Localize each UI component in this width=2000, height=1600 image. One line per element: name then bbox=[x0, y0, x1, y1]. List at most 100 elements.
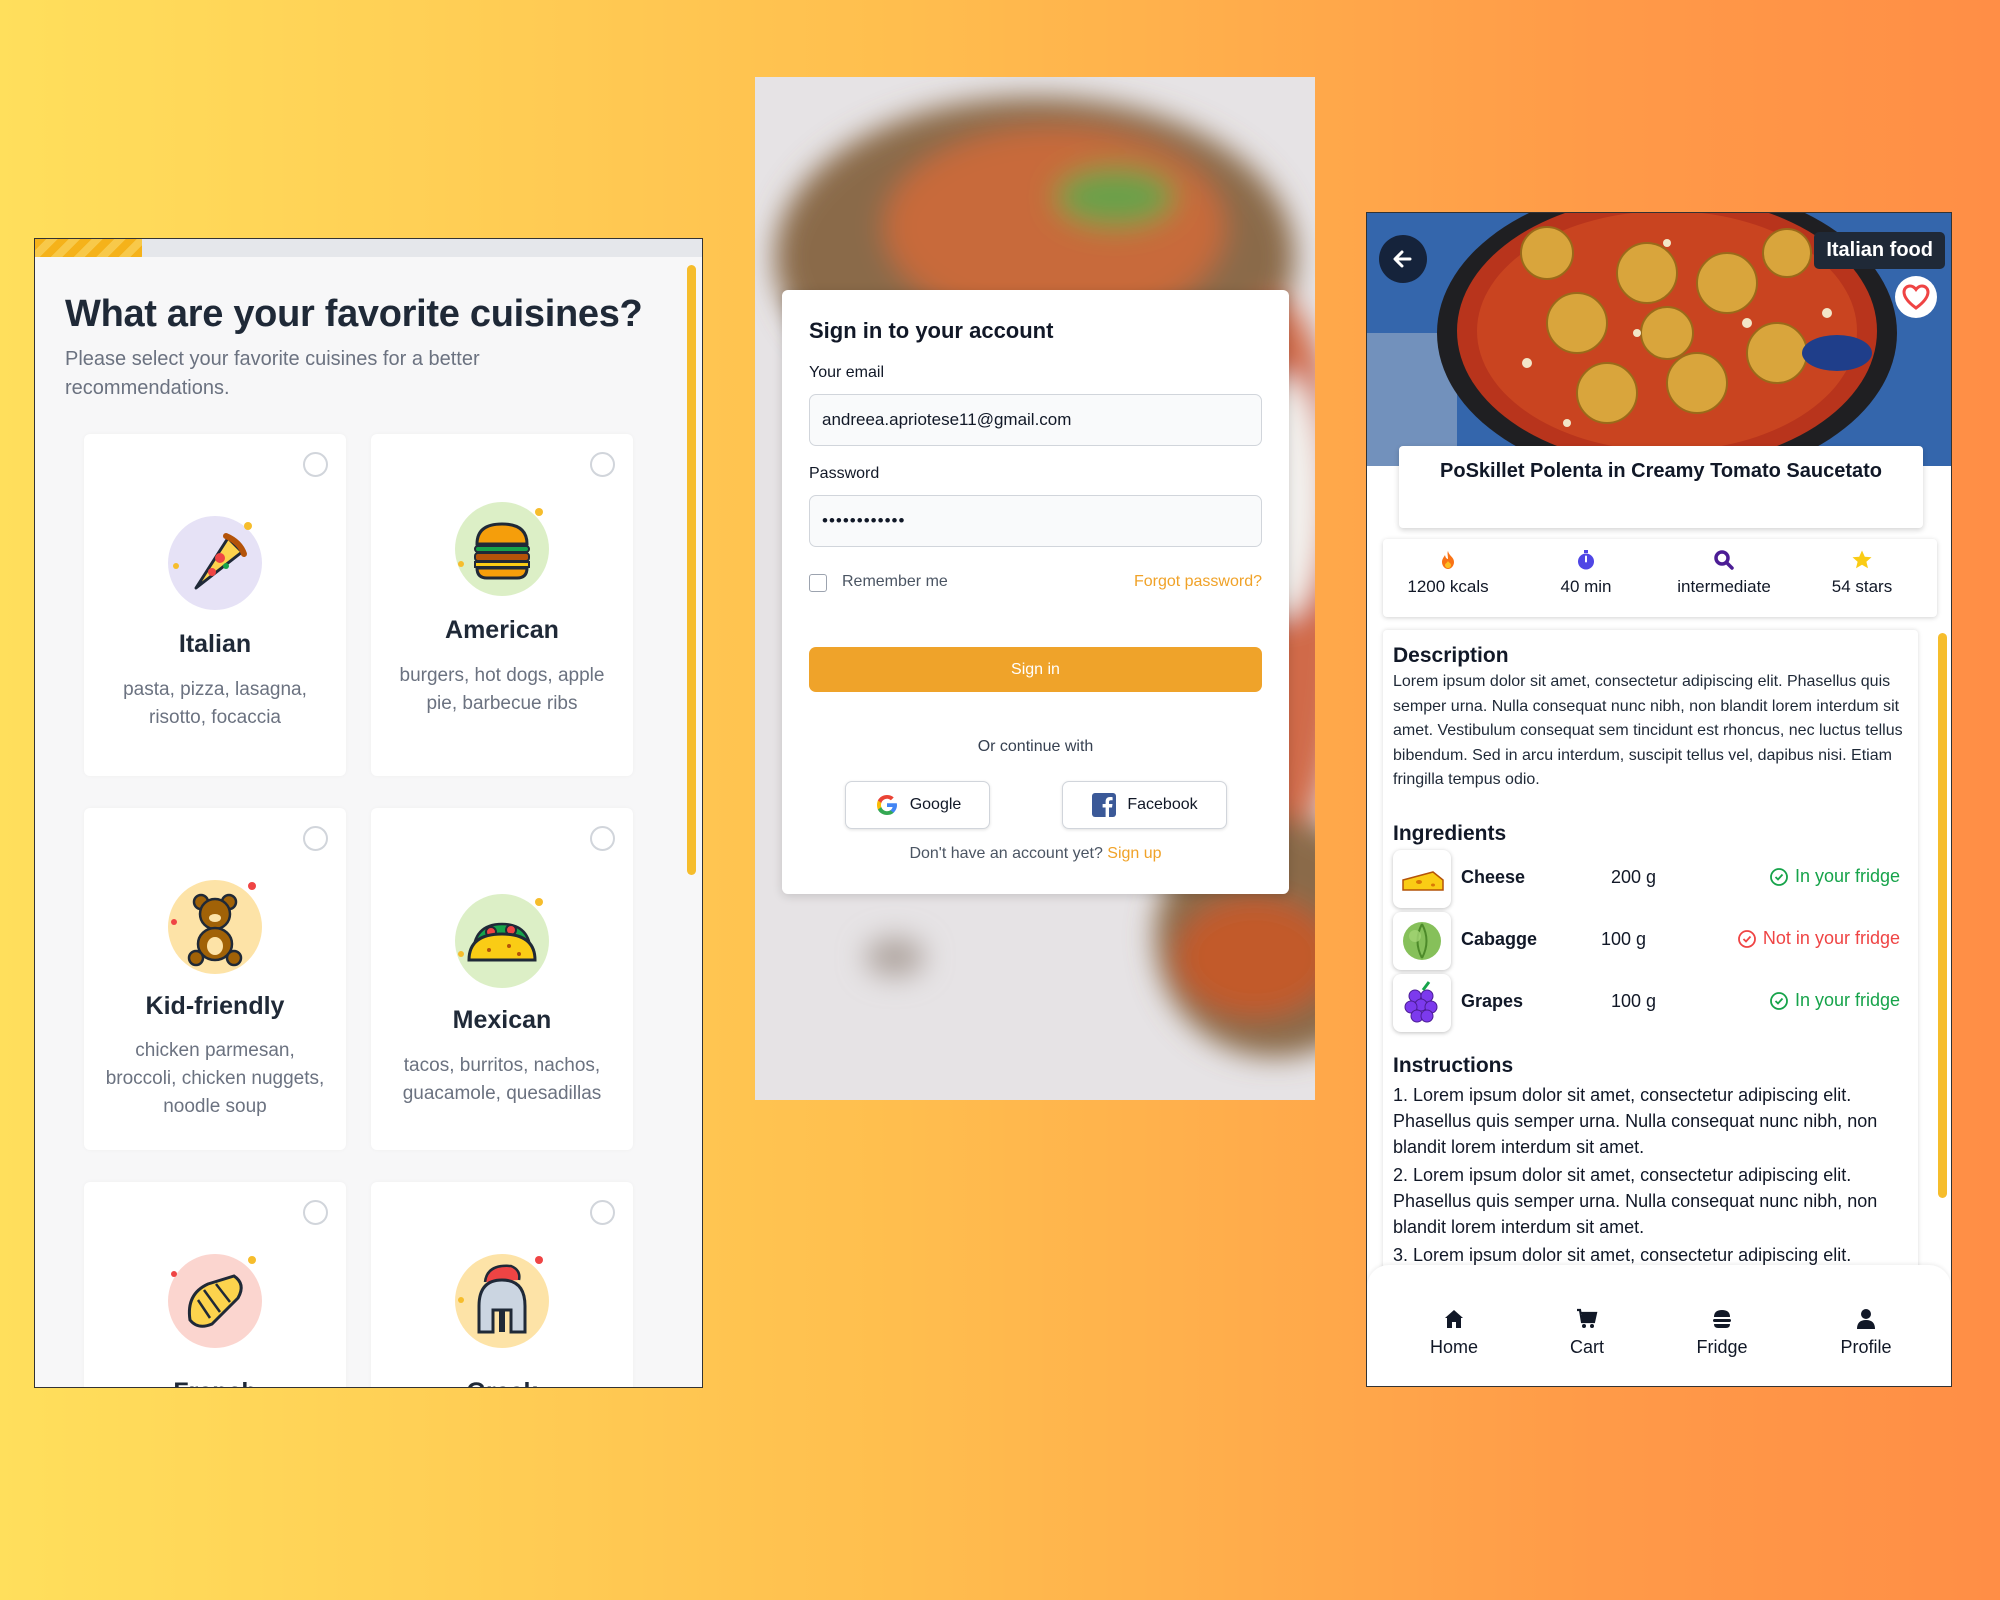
google-button[interactable]: Google bbox=[845, 781, 990, 829]
burger-icon bbox=[455, 502, 549, 596]
remember-me-checkbox[interactable] bbox=[809, 574, 827, 592]
password-label: Password bbox=[809, 465, 880, 482]
star-icon bbox=[1852, 550, 1872, 569]
signin-screen: Sign in to your account Your email andre… bbox=[755, 77, 1315, 1100]
pizza-icon bbox=[168, 516, 262, 610]
stat-time: 40 min bbox=[1521, 549, 1651, 597]
arrow-left-icon bbox=[1393, 250, 1412, 268]
description-heading: Description bbox=[1393, 644, 1509, 667]
nav-label: Home bbox=[1429, 1337, 1478, 1357]
cuisine-name: French bbox=[84, 1378, 346, 1387]
select-radio[interactable] bbox=[590, 452, 615, 477]
google-icon bbox=[876, 795, 897, 815]
cuisine-card-kid-friendly[interactable]: Kid-friendly chicken parmesan, broccoli,… bbox=[84, 808, 346, 1150]
stat-difficulty: intermediate bbox=[1659, 549, 1789, 597]
fridge-status: In your fridge bbox=[1769, 990, 1900, 1011]
forgot-password-link[interactable]: Forgot password? bbox=[1134, 573, 1262, 591]
cabbage-icon bbox=[1393, 912, 1451, 970]
cuisine-description: burgers, hot dogs, apple pie, barbecue r… bbox=[399, 665, 605, 714]
nav-label: Fridge bbox=[1696, 1337, 1748, 1357]
signup-link[interactable]: Sign up bbox=[1107, 845, 1161, 862]
cuisine-card-american[interactable]: American burgers, hot dogs, apple pie, b… bbox=[371, 434, 633, 776]
bottom-navigation: Home Cart Fridge Profile bbox=[1367, 1265, 1951, 1386]
cuisine-card-french[interactable]: French bbox=[84, 1182, 346, 1387]
select-radio[interactable] bbox=[303, 1200, 328, 1225]
nav-profile[interactable]: Profile bbox=[1821, 1307, 1911, 1358]
fridge-status: Not in your fridge bbox=[1737, 928, 1900, 949]
cuisine-name: American bbox=[445, 616, 559, 644]
facebook-icon bbox=[1092, 793, 1117, 817]
cuisine-tag: Italian food bbox=[1814, 232, 1945, 269]
recipe-title: PoSkillet Polenta in Creamy Tomato Sauce… bbox=[1399, 446, 1923, 528]
cuisine-name: Mexican bbox=[452, 1006, 552, 1034]
progress-bar-fill bbox=[35, 239, 142, 257]
cuisine-card-mexican[interactable]: Mexican tacos, burritos, nachos, guacamo… bbox=[371, 808, 633, 1150]
taco-icon bbox=[455, 894, 549, 988]
stat-label: intermediate bbox=[1677, 577, 1771, 596]
signin-card: Sign in to your account Your email andre… bbox=[782, 290, 1289, 894]
select-radio[interactable] bbox=[590, 1200, 615, 1225]
nav-label: Cart bbox=[1569, 1337, 1604, 1357]
cuisine-name: Kid-friendly bbox=[145, 992, 285, 1020]
nav-cart[interactable]: Cart bbox=[1542, 1307, 1632, 1358]
fridge-icon bbox=[1713, 1310, 1731, 1328]
scrollbar[interactable] bbox=[1938, 633, 1947, 1198]
fridge-status-label: Not in your fridge bbox=[1762, 928, 1900, 948]
magnifier-icon bbox=[1714, 550, 1734, 570]
fridge-status-label: In your fridge bbox=[1794, 866, 1900, 886]
cuisine-name: Italian bbox=[178, 630, 252, 658]
select-radio[interactable] bbox=[590, 826, 615, 851]
select-radio[interactable] bbox=[303, 826, 328, 851]
cuisine-description: pasta, pizza, lasagna, risotto, focaccia bbox=[123, 679, 307, 728]
favorite-button[interactable] bbox=[1895, 276, 1937, 318]
remember-me-label: Remember me bbox=[842, 573, 948, 590]
back-button[interactable] bbox=[1379, 235, 1427, 283]
scrollbar-thumb[interactable] bbox=[687, 265, 696, 875]
nav-fridge[interactable]: Fridge bbox=[1677, 1307, 1767, 1358]
fridge-status-label: In your fridge bbox=[1794, 990, 1900, 1010]
ingredient-name: Cabagge bbox=[1461, 929, 1538, 949]
email-field[interactable]: andreea.apriotese11@gmail.com bbox=[809, 394, 1262, 446]
profile-icon bbox=[1857, 1309, 1875, 1329]
stopwatch-icon bbox=[1578, 550, 1594, 570]
cuisine-card-greek[interactable]: Greek bbox=[371, 1182, 633, 1387]
instruction-step: 2. Lorem ipsum dolor sit amet, consectet… bbox=[1393, 1165, 1878, 1237]
facebook-label: Facebook bbox=[1127, 796, 1198, 813]
teddy-bear-icon bbox=[168, 880, 262, 974]
stat-calories: 1200 kcals bbox=[1383, 549, 1513, 597]
recipe-stats-bar: 1200 kcals 40 min intermediate 54 stars bbox=[1383, 539, 1937, 617]
cuisine-description: chicken parmesan, broccoli, chicken nugg… bbox=[105, 1040, 325, 1117]
email-label: Your email bbox=[809, 364, 885, 381]
stat-label: 40 min bbox=[1560, 577, 1612, 596]
cart-icon bbox=[1577, 1308, 1598, 1328]
check-circle-icon bbox=[1770, 867, 1788, 886]
signin-button[interactable]: Sign in bbox=[809, 647, 1262, 692]
cuisine-selection-screen: What are your favorite cuisines? Please … bbox=[34, 238, 703, 1388]
facebook-button[interactable]: Facebook bbox=[1062, 781, 1227, 829]
cuisine-description: tacos, burritos, nachos, guacamole, ques… bbox=[402, 1055, 602, 1104]
ingredient-row: Cheese 200 g In your fridge bbox=[1393, 850, 1908, 908]
stat-stars: 54 stars bbox=[1797, 549, 1927, 597]
croissant-icon bbox=[168, 1254, 262, 1348]
password-field[interactable]: •••••••••••• bbox=[809, 495, 1262, 547]
ingredient-quantity: 200 g bbox=[1611, 867, 1657, 887]
description-text: Lorem ipsum dolor sit amet, consectetur … bbox=[1393, 673, 1903, 788]
page-title: What are your favorite cuisines? bbox=[65, 293, 643, 335]
ingredient-quantity: 100 g bbox=[1601, 929, 1647, 949]
stat-label: 54 stars bbox=[1831, 577, 1893, 596]
ingredients-heading: Ingredients bbox=[1393, 822, 1507, 845]
flame-icon bbox=[1442, 551, 1454, 569]
scrollbar[interactable] bbox=[687, 265, 696, 1365]
nav-home[interactable]: Home bbox=[1409, 1307, 1499, 1358]
check-circle-icon bbox=[1770, 991, 1788, 1010]
or-continue-text: Or continue with bbox=[977, 738, 1094, 755]
nav-label: Profile bbox=[1840, 1337, 1892, 1357]
instruction-step: 1. Lorem ipsum dolor sit amet, consectet… bbox=[1393, 1085, 1878, 1157]
heart-icon bbox=[1902, 284, 1930, 310]
stat-label: 1200 kcals bbox=[1407, 577, 1489, 596]
cuisine-card-italian[interactable]: Italian pasta, pizza, lasagna, risotto, … bbox=[84, 434, 346, 776]
select-radio[interactable] bbox=[303, 452, 328, 477]
ingredient-name: Cheese bbox=[1461, 867, 1526, 887]
ingredient-name: Grapes bbox=[1461, 991, 1524, 1011]
no-account-row: Don't have an account yet? Sign up bbox=[782, 845, 1289, 863]
